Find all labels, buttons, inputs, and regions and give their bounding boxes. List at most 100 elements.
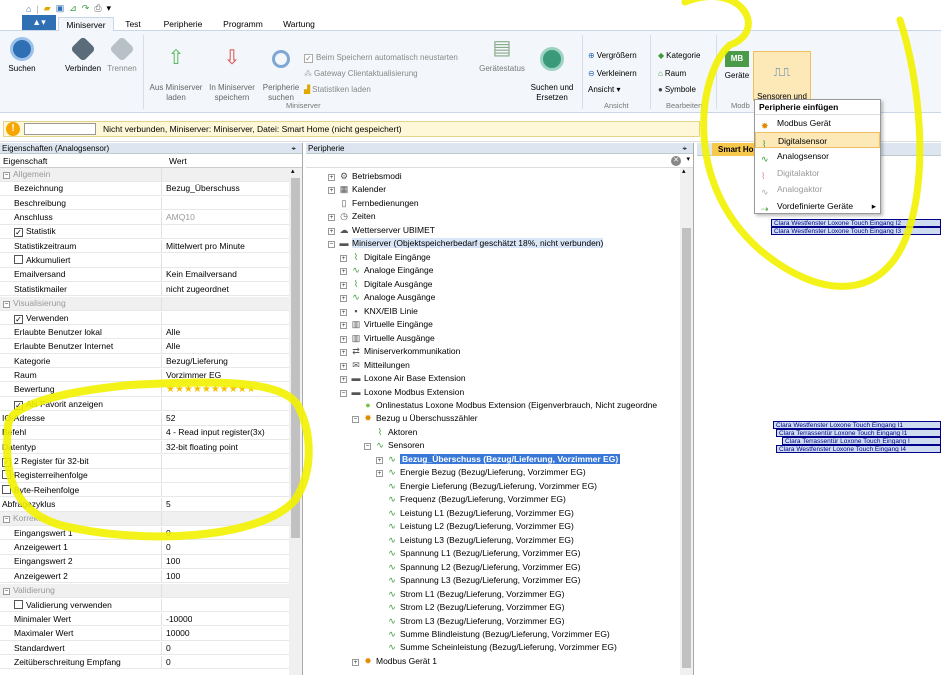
- tree-item[interactable]: + ▥ Virtuelle Ausgänge: [340, 332, 435, 346]
- menu-item-digital-sensor[interactable]: ⌇ Digitalsensor: [755, 131, 880, 149]
- expand-icon[interactable]: +: [352, 658, 359, 666]
- tree-item[interactable]: + ⌇ Digitale Eingänge: [340, 251, 431, 265]
- save-icon[interactable]: ▣: [56, 3, 65, 14]
- tree-item[interactable]: + ∿ Analoge Ausgänge: [340, 291, 435, 305]
- function-block-input[interactable]: Clara Westfenster Loxone Touch Eingang I…: [773, 421, 941, 429]
- property-value[interactable]: 100: [166, 570, 180, 583]
- menu-item-modbus-device[interactable]: ✸ Modbus Gerät: [755, 115, 880, 132]
- menu-item-predefined-devices[interactable]: ⇢ Vordefinierte Geräte ▸: [755, 198, 880, 215]
- device-status-button[interactable]: ▤ Gerätestatus: [478, 37, 526, 74]
- function-block-input[interactable]: Clara Westfenster Loxone Touch Eingang I…: [771, 219, 941, 227]
- program-canvas[interactable]: Smart Home Clara Westfenster Loxone Touc…: [697, 143, 941, 675]
- property-row[interactable]: Raum Vorzimmer EG: [0, 368, 289, 383]
- tree-item[interactable]: + ∿ Analoge Eingänge: [340, 264, 433, 278]
- search-button[interactable]: Suchen: [2, 37, 42, 74]
- expand-icon[interactable]: +: [340, 254, 347, 262]
- property-value[interactable]: AMQ10: [166, 211, 195, 224]
- expand-icon[interactable]: +: [340, 281, 347, 289]
- property-value[interactable]: nicht zugeordnet: [166, 283, 229, 296]
- info-input[interactable]: [24, 123, 96, 135]
- property-row[interactable]: Emailversand Kein Emailversand: [0, 268, 289, 283]
- property-value[interactable]: Bezug_Überschuss: [166, 182, 240, 195]
- property-checkbox[interactable]: [14, 255, 23, 265]
- tree-search-input[interactable]: ✕ ▾: [306, 154, 693, 168]
- property-row[interactable]: Standardwert 0: [0, 641, 289, 656]
- tree-item[interactable]: + ⇄ Miniserverkommunikation: [340, 345, 460, 359]
- property-category[interactable]: − Korrektur: [0, 512, 289, 526]
- property-row[interactable]: Minimaler Wert -10000: [0, 612, 289, 627]
- property-value[interactable]: Alle: [166, 326, 180, 339]
- function-block-input[interactable]: Clara Terrassentür Loxone Touch Eingang …: [776, 429, 941, 437]
- tree-item[interactable]: +∿Strom L1 (Bezug/Lieferung, Vorzimmer E…: [376, 588, 564, 602]
- tree-item[interactable]: + ▥ Virtuelle Eingänge: [340, 318, 433, 332]
- devices-button[interactable]: MB Geräte: [722, 51, 752, 81]
- tab-programm[interactable]: Programm: [216, 17, 270, 31]
- property-value[interactable]: 0: [166, 527, 171, 540]
- folder-open-icon[interactable]: ▰: [44, 3, 51, 14]
- tree-item[interactable]: − ▬ Loxone Modbus Extension: [340, 386, 464, 400]
- expand-icon[interactable]: +: [340, 376, 347, 384]
- home-icon[interactable]: ⌂: [26, 4, 31, 14]
- property-row[interactable]: Registerreihenfolge: [0, 469, 289, 483]
- zoom-out-button[interactable]: ⊖ Verkleinern: [588, 69, 637, 79]
- property-value[interactable]: 5: [166, 498, 171, 511]
- menu-item-analog-actuator[interactable]: ∿ Analogaktor: [755, 181, 880, 198]
- tree-item[interactable]: + ∿ Energie Bezug (Bezug/Lieferung, Vorzim…: [376, 466, 586, 480]
- scrollbar-thumb[interactable]: [682, 228, 691, 668]
- expand-icon[interactable]: +: [340, 295, 347, 303]
- tree-item[interactable]: +●Onlinestatus Loxone Modbus Extension (…: [352, 399, 657, 413]
- tree-item[interactable]: + ▦ Kalender: [328, 183, 386, 197]
- connect-button[interactable]: Verbinden: [60, 36, 106, 74]
- property-row[interactable]: Erlaubte Benutzer lokal Alle: [0, 325, 289, 340]
- tree-item[interactable]: +∿Leistung L3 (Bezug/Lieferung, Vorzimme…: [376, 534, 574, 548]
- room-button[interactable]: ⌂ Raum: [658, 69, 686, 79]
- tree-item[interactable]: + ◷ Zeiten: [328, 210, 376, 224]
- property-value[interactable]: 32-bit floating point: [166, 441, 238, 454]
- expand-icon[interactable]: +: [376, 470, 383, 478]
- tab-peripherie[interactable]: Peripherie: [154, 17, 212, 31]
- expand-icon[interactable]: +: [328, 227, 335, 235]
- property-checkbox[interactable]: [14, 599, 23, 609]
- pin-icon[interactable]: ⌖: [291, 143, 296, 154]
- property-row[interactable]: Bezeichnung Bezug_Überschuss: [0, 182, 289, 196]
- collapse-icon[interactable]: −: [3, 516, 10, 524]
- tree-item[interactable]: +⌇Aktoren: [364, 426, 418, 440]
- property-row[interactable]: Erlaubte Benutzer Internet Alle: [0, 340, 289, 354]
- tab-miniserver[interactable]: Miniserver: [58, 17, 114, 31]
- tree-item[interactable]: + ▪ KNX/EIB Linie: [340, 305, 418, 319]
- expand-icon[interactable]: +: [328, 174, 335, 181]
- expand-icon[interactable]: +: [340, 362, 347, 370]
- property-category[interactable]: − Visualisierung: [0, 297, 289, 311]
- scrollbar-thumb[interactable]: [291, 178, 300, 538]
- property-row[interactable]: Anzeigewert 2 100: [0, 569, 289, 584]
- gateway-update-option[interactable]: ⁂ Gateway Clientaktualisierung: [304, 69, 418, 79]
- load-statistics-option[interactable]: ▟ Statistiken laden: [304, 85, 371, 95]
- view-dropdown[interactable]: Ansicht ▾: [588, 85, 620, 95]
- tree-item[interactable]: +∿Leistung L1 (Bezug/Lieferung, Vorzimme…: [376, 507, 574, 521]
- property-row[interactable]: Beschreibung: [0, 196, 289, 211]
- collapse-icon[interactable]: −: [340, 389, 347, 397]
- property-row[interactable]: Akkumuliert: [0, 254, 289, 268]
- dropdown-icon[interactable]: ▾: [107, 3, 112, 14]
- search-replace-button[interactable]: Suchen und Ersetzen: [526, 37, 578, 102]
- tree-item[interactable]: − ✸ Bezug u Überschusszähler: [352, 412, 478, 426]
- properties-scrollbar[interactable]: ▴: [289, 168, 302, 675]
- tree-item[interactable]: +∿Spannung L1 (Bezug/Lieferung, Vorzimme…: [376, 547, 580, 561]
- tree-item[interactable]: + ✸ Modbus Gerät 1: [352, 655, 437, 669]
- search-peripherie-button[interactable]: Peripherie suchen: [258, 37, 304, 102]
- property-row[interactable]: ✓ Verwenden: [0, 311, 289, 326]
- tree-item[interactable]: + ∿ Bezug_Überschuss (Bezug/Lieferung, Vor…: [376, 453, 621, 467]
- chart-icon[interactable]: ⊿: [69, 3, 77, 14]
- tree-item[interactable]: + ⌇ Digitale Ausgänge: [340, 278, 433, 292]
- property-checkbox[interactable]: [2, 470, 11, 480]
- tree-item[interactable]: + ⚙ Betriebsmodi: [328, 170, 402, 184]
- property-value[interactable]: 0: [166, 541, 171, 554]
- expand-icon[interactable]: +: [328, 214, 335, 222]
- clear-search-icon[interactable]: ✕: [671, 156, 681, 166]
- tree-item[interactable]: +∿Strom L3 (Bezug/Lieferung, Vorzimmer E…: [376, 615, 564, 629]
- property-value[interactable]: Bezug/Lieferung: [166, 355, 228, 368]
- autostart-checkbox[interactable]: ✓: [304, 54, 313, 63]
- property-value[interactable]: -10000: [166, 613, 192, 626]
- property-value[interactable]: 52: [166, 412, 175, 425]
- property-value[interactable]: Mittelwert pro Minute: [166, 240, 245, 253]
